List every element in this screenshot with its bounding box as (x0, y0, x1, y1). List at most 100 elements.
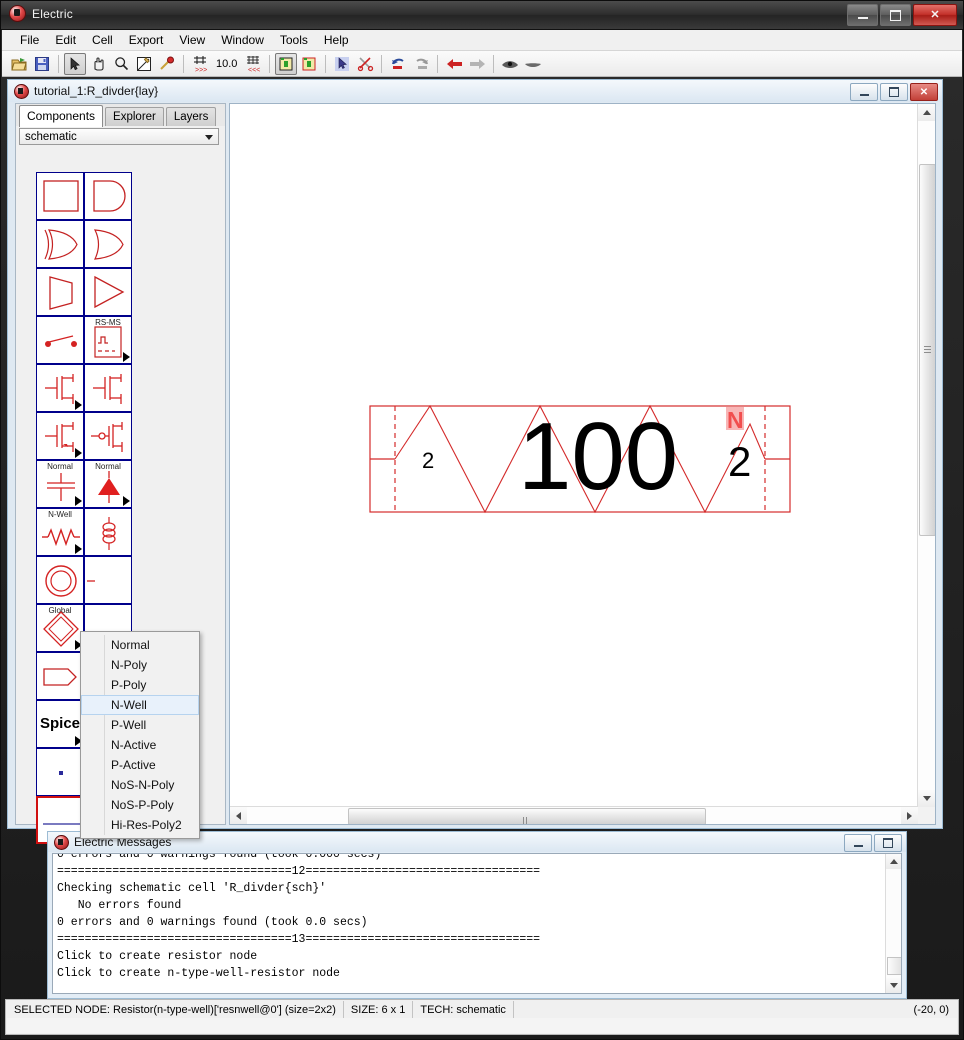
palette-cell-diode[interactable]: Normal (84, 460, 132, 508)
palette-cell-meter[interactable] (84, 556, 132, 604)
resistor-node-graphic[interactable]: 2 100 2 N (230, 104, 918, 804)
palette-cell-capacitor-arrow-icon[interactable] (75, 496, 82, 506)
zoom-magnifier-icon[interactable] (110, 53, 132, 75)
status-secondary-row (7, 1018, 957, 1033)
menu-item-n-poly[interactable]: N-Poly (81, 655, 199, 675)
open-library-icon[interactable] (8, 53, 30, 75)
scroll-down-button[interactable] (918, 790, 935, 807)
menu-item-p-active[interactable]: P-Active (81, 755, 199, 775)
messages-minimize-button[interactable] (844, 834, 872, 852)
palette-cell-bipolar-arrow-icon[interactable] (75, 448, 82, 458)
menu-window[interactable]: Window (213, 31, 272, 49)
scroll-up-button[interactable] (918, 104, 935, 121)
palette-cell-and-gate[interactable] (84, 220, 132, 268)
palette-cell-pmos[interactable] (84, 364, 132, 412)
messages-scroll-up-button[interactable] (886, 854, 901, 869)
palette-cell-resistor[interactable]: N-Well (36, 508, 84, 556)
select-arrow-icon[interactable] (64, 53, 86, 75)
cell-green-icon[interactable] (275, 53, 297, 75)
menu-item-nos-n-poly[interactable]: NoS-N-Poly (81, 775, 199, 795)
menu-item-p-poly[interactable]: P-Poly (81, 675, 199, 695)
technology-combobox[interactable]: schematic (19, 128, 219, 145)
menu-item-n-active[interactable]: N-Active (81, 735, 199, 755)
minimize-button[interactable] (847, 4, 878, 26)
menu-help[interactable]: Help (316, 31, 357, 49)
palette-cell-export[interactable] (36, 652, 84, 700)
messages-window: Electric Messages 0 errors and 0 warning… (47, 831, 907, 999)
palette-cell-resistor-arrow-icon[interactable] (75, 544, 82, 554)
node-left-port-label: 2 (422, 448, 434, 473)
palette-cell-diode-arrow-icon[interactable] (123, 496, 130, 506)
palette-cell-xor-gate[interactable] (36, 220, 84, 268)
messages-window-controls (844, 834, 902, 852)
toolbar-separator-6 (437, 55, 438, 73)
tab-layers[interactable]: Layers (166, 107, 217, 126)
palette-cell-mux[interactable] (36, 268, 84, 316)
outline-edit-icon[interactable] (133, 53, 155, 75)
maximize-button[interactable] (880, 4, 911, 26)
palette-cell-flipflop-arrow-icon[interactable] (123, 352, 130, 362)
grid-coarse-icon[interactable]: >>> (189, 53, 211, 75)
cell-red-icon[interactable] (298, 53, 320, 75)
scroll-left-button[interactable] (230, 807, 247, 824)
palette-cell-box[interactable] (36, 172, 84, 220)
messages-scroll-down-button[interactable] (886, 978, 901, 993)
save-library-icon[interactable] (31, 53, 53, 75)
scroll-right-button[interactable] (901, 807, 918, 824)
palette-cell-bipolar[interactable] (36, 412, 84, 460)
messages-log-body[interactable]: 0 errors and 0 warnings found (took 0.00… (52, 853, 902, 994)
canvas-horizontal-scrollbar[interactable] (230, 806, 918, 824)
palette-cell-inverter[interactable] (84, 268, 132, 316)
palette-cell-source[interactable] (36, 556, 84, 604)
measure-icon[interactable] (156, 53, 178, 75)
back-arrow-icon[interactable] (443, 53, 465, 75)
palette-cell-nmos[interactable] (36, 364, 84, 412)
palette-cell-buffer[interactable] (84, 172, 132, 220)
palette-cell-dot[interactable] (36, 748, 84, 796)
editor-maximize-button[interactable] (880, 83, 908, 101)
palette-cell-spice[interactable]: Spice (36, 700, 84, 748)
palette-cell-opamp-pmos[interactable] (84, 412, 132, 460)
canvas-drawing-surface[interactable]: 2 100 2 N (230, 104, 918, 807)
palette-cell-inductor[interactable] (84, 508, 132, 556)
eye-closed-icon[interactable] (522, 53, 544, 75)
forward-arrow-icon[interactable] (466, 53, 488, 75)
redo-icon[interactable] (410, 53, 432, 75)
horizontal-scroll-thumb[interactable] (348, 808, 706, 825)
menu-item-p-well[interactable]: P-Well (81, 715, 199, 735)
vertical-scroll-thumb[interactable] (919, 164, 936, 536)
grid-fine-icon[interactable]: <<< (242, 53, 264, 75)
menu-tools[interactable]: Tools (272, 31, 316, 49)
menu-view[interactable]: View (171, 31, 213, 49)
menu-item-hi-res-poly2[interactable]: Hi-Res-Poly2 (81, 815, 199, 835)
messages-scroll-thumb[interactable] (887, 957, 902, 975)
palette-cell-switch[interactable] (36, 316, 84, 364)
pointer-blue-icon[interactable] (331, 53, 353, 75)
palette-cell-flipflop[interactable]: RS-MS (84, 316, 132, 364)
eye-open-icon[interactable] (499, 53, 521, 75)
canvas-vertical-scrollbar[interactable] (917, 104, 935, 807)
menu-cell[interactable]: Cell (84, 31, 121, 49)
menu-edit[interactable]: Edit (47, 31, 84, 49)
palette-cell-global[interactable]: Global (36, 604, 84, 652)
tab-explorer[interactable]: Explorer (105, 107, 164, 126)
pan-hand-icon[interactable] (87, 53, 109, 75)
menu-item-nos-p-poly[interactable]: NoS-P-Poly (81, 795, 199, 815)
svg-text:>>>: >>> (195, 67, 207, 73)
menu-item-normal[interactable]: Normal (81, 635, 199, 655)
editor-close-button[interactable]: ✕ (910, 83, 938, 101)
schematic-canvas[interactable]: 2 100 2 N (229, 103, 936, 825)
editor-minimize-button[interactable] (850, 83, 878, 101)
menu-file[interactable]: File (12, 31, 47, 49)
palette-cell-capacitor[interactable]: Normal (36, 460, 84, 508)
scissors-tools-icon[interactable] (354, 53, 376, 75)
menu-export[interactable]: Export (121, 31, 172, 49)
messages-maximize-button[interactable] (874, 834, 902, 852)
menu-item-n-well[interactable]: N-Well (81, 695, 199, 715)
tab-components[interactable]: Components (19, 105, 103, 127)
undo-icon[interactable] (387, 53, 409, 75)
palette-cell-nmos-arrow-icon[interactable] (75, 400, 82, 410)
close-button[interactable]: ✕ (913, 4, 957, 26)
zoom-level-value[interactable]: 10.0 (216, 58, 237, 70)
messages-scrollbar[interactable] (885, 854, 901, 993)
